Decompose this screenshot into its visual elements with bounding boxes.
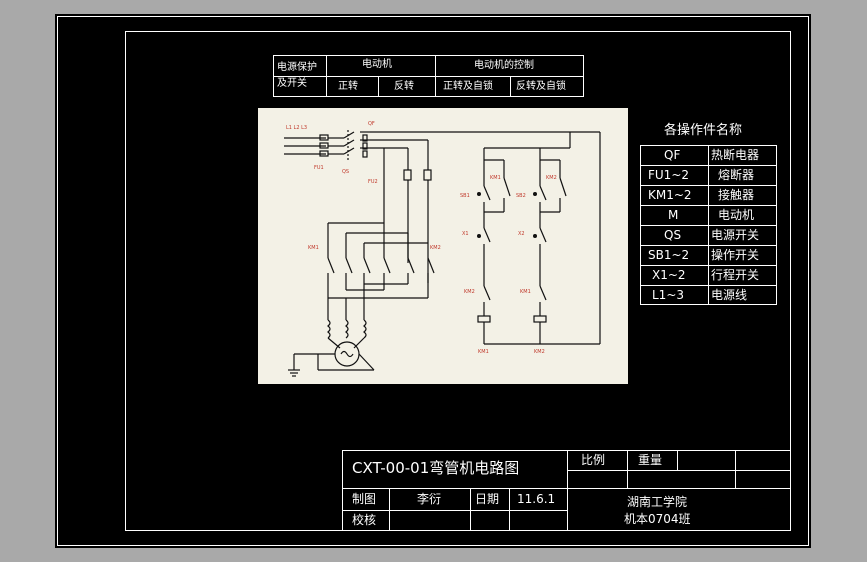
parts-name-l: 电源线 — [711, 288, 748, 302]
label-x2: X2 — [518, 231, 525, 237]
drawing-title: CXT-00-01弯管机电路图 — [352, 459, 520, 477]
class-name: 机本0704班 — [624, 512, 691, 526]
parts-code-x: X1~2 — [652, 268, 686, 282]
parts-name-x: 行程开关 — [711, 268, 760, 282]
header-power-protection-label: 电源保护 — [277, 62, 317, 73]
header-control-reverse: 反转及自锁 — [516, 81, 566, 92]
label-fu1: FU1 — [314, 165, 324, 171]
label-qs: QS — [342, 169, 350, 175]
outer-border-left — [57, 16, 58, 546]
outer-border-top — [57, 16, 809, 17]
parts-code-sb: SB1~2 — [648, 248, 690, 262]
label-x1: X1 — [462, 231, 469, 237]
outer-border-right — [808, 16, 809, 546]
parts-code-m: M — [668, 208, 679, 222]
header-motor-title: 电动机 — [362, 59, 392, 70]
parts-name-fu: 熔断器 — [718, 168, 755, 182]
scale-label: 比例 — [581, 453, 606, 467]
label-sb2: SB2 — [516, 193, 526, 199]
circuit-diagram: L1 L2 L3 QF QS FU1 FU2 KM1 KM2 KM1 KM2 S… — [258, 108, 628, 384]
inner-frame-left — [125, 31, 126, 531]
header-switch-label: 及开关 — [277, 78, 307, 89]
header-motor-reverse: 反转 — [394, 81, 414, 92]
parts-name-sb: 操作开关 — [711, 248, 760, 262]
label-km2-coil: KM2 — [534, 349, 545, 355]
parts-name-m: 电动机 — [718, 208, 755, 222]
label-sb1: SB1 — [460, 193, 470, 199]
inner-frame-right — [790, 31, 791, 531]
outer-border-bottom — [57, 545, 809, 546]
label-l123: L1 L2 L3 — [286, 125, 308, 131]
date-label: 日期 — [475, 492, 500, 506]
header-control-forward: 正转及自锁 — [443, 81, 493, 92]
weight-label: 重量 — [638, 453, 663, 467]
parts-code-km: KM1~2 — [648, 188, 692, 202]
label-km1-interlock: KM1 — [520, 289, 531, 295]
drawn-label: 制图 — [352, 492, 377, 506]
header-control-title: 电动机的控制 — [474, 60, 534, 71]
label-km2-interlock: KM2 — [464, 289, 475, 295]
header-motor-forward: 正转 — [338, 81, 358, 92]
label-fu2: FU2 — [368, 179, 378, 185]
inner-frame-bottom — [125, 530, 791, 531]
label-qf: QF — [368, 121, 375, 127]
parts-code-fu: FU1~2 — [648, 168, 690, 182]
parts-name-km: 接触器 — [718, 188, 755, 202]
parts-code-qf: QF — [664, 148, 681, 162]
check-label: 校核 — [352, 513, 377, 527]
parts-table-title: 各操作件名称 — [664, 123, 743, 138]
label-km1-coil: KM1 — [478, 349, 489, 355]
parts-name-qs: 电源开关 — [711, 228, 760, 242]
label-km1-power: KM1 — [308, 245, 319, 251]
parts-name-qf: 热断电器 — [711, 148, 760, 162]
school-name: 湖南工学院 — [627, 495, 688, 509]
label-km2-power: KM2 — [430, 245, 441, 251]
label-km2-ctrl: KM2 — [546, 175, 557, 181]
label-km1-ctrl: KM1 — [490, 175, 501, 181]
parts-code-l: L1~3 — [652, 288, 685, 302]
inner-frame-top — [125, 31, 791, 32]
parts-code-qs: QS — [664, 228, 682, 242]
date-value: 11.6.1 — [517, 492, 556, 506]
drawn-by: 李衍 — [417, 492, 442, 506]
